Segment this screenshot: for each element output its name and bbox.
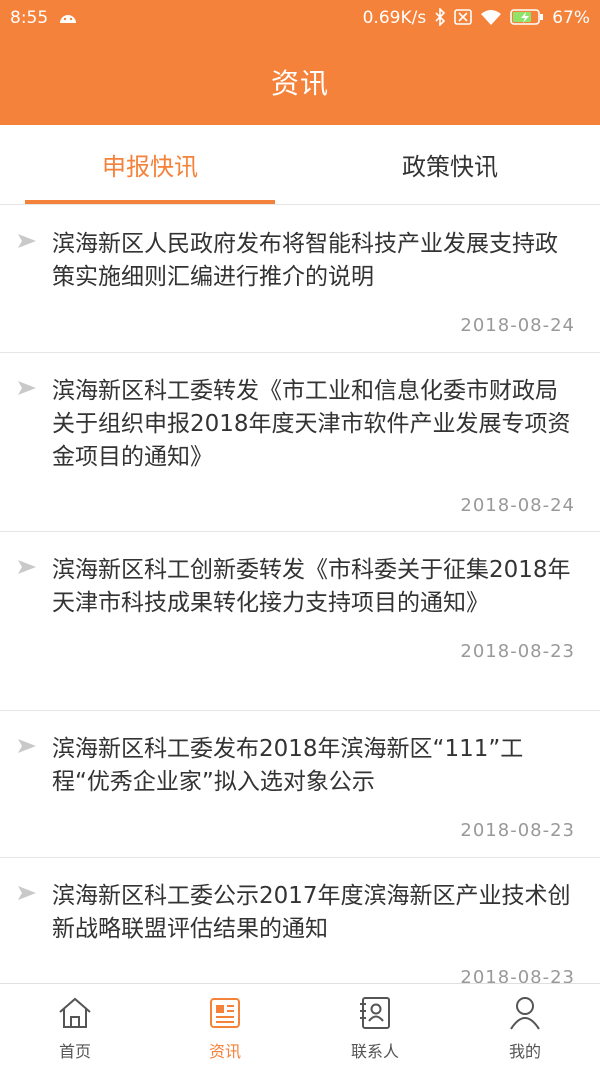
status-time: 8:55 <box>10 8 49 28</box>
nav-home-label: 首页 <box>58 1042 91 1061</box>
news-title: 滨海新区人民政府发布将智能科技产业发展支持政策实施细则汇编进行推介的说明 <box>52 231 558 290</box>
news-title: 滨海新区科工委公示2017年度滨海新区产业技术创新战略联盟评估结果的通知 <box>52 883 571 942</box>
nav-contacts[interactable]: 联系人 <box>300 984 450 1067</box>
news-date: 2018-08-24 <box>460 315 575 336</box>
android-icon <box>58 10 78 27</box>
list-item[interactable]: 滨海新区科工委公示2017年度滨海新区产业技术创新战略联盟评估结果的通知 201… <box>0 858 600 983</box>
tab-policy-news[interactable]: 政策快讯 <box>300 125 600 204</box>
news-date: 2018-08-23 <box>460 641 575 662</box>
battery-icon <box>510 8 544 28</box>
list-item[interactable]: 滨海新区人民政府发布将智能科技产业发展支持政策实施细则汇编进行推介的说明 201… <box>0 206 600 353</box>
nav-profile-label: 我的 <box>508 1042 541 1061</box>
arrow-icon <box>18 234 36 248</box>
arrow-icon <box>18 886 36 900</box>
profile-icon <box>510 997 540 1030</box>
status-bar: 8:55 0.69K/s 67% <box>0 0 600 36</box>
tab-bar: 申报快讯 政策快讯 <box>0 125 600 205</box>
nav-news[interactable]: 资讯 <box>150 984 300 1067</box>
home-icon <box>59 997 91 1028</box>
page-title: 资讯 <box>270 67 329 100</box>
news-title: 滨海新区科工委转发《市工业和信息化委市财政局关于组织申报2018年度天津市软件产… <box>52 378 571 470</box>
arrow-icon <box>18 560 36 574</box>
news-date: 2018-08-23 <box>460 820 575 841</box>
app-header: 8:55 0.69K/s 67% 资讯 <box>0 0 600 125</box>
news-date: 2018-08-23 <box>460 967 575 983</box>
news-list: 滨海新区人民政府发布将智能科技产业发展支持政策实施细则汇编进行推介的说明 201… <box>0 206 600 983</box>
news-date: 2018-08-24 <box>460 495 575 516</box>
bluetooth-icon <box>434 6 446 29</box>
battery-percent: 67% <box>552 8 590 28</box>
list-item[interactable]: 滨海新区科工委发布2018年滨海新区“111”工程“优秀企业家”拟入选对象公示 … <box>0 711 600 858</box>
arrow-icon <box>18 381 36 395</box>
nav-news-label: 资讯 <box>208 1042 241 1061</box>
list-item[interactable]: 滨海新区科工创新委转发《市科委关于征集2018年天津市科技成果转化接力支持项目的… <box>0 532 600 711</box>
news-title: 滨海新区科工创新委转发《市科委关于征集2018年天津市科技成果转化接力支持项目的… <box>52 557 571 616</box>
contacts-icon <box>360 997 390 1029</box>
news-icon <box>210 998 240 1028</box>
network-speed: 0.69K/s <box>362 8 427 28</box>
news-title: 滨海新区科工委发布2018年滨海新区“111”工程“优秀企业家”拟入选对象公示 <box>52 736 524 795</box>
nav-contacts-label: 联系人 <box>350 1042 399 1061</box>
arrow-icon <box>18 739 36 753</box>
sim-icon <box>454 8 473 28</box>
nav-home[interactable]: 首页 <box>0 984 150 1067</box>
wifi-icon <box>480 9 502 28</box>
nav-profile[interactable]: 我的 <box>450 984 600 1067</box>
bottom-nav: 首页 资讯 联系人 我的 <box>0 983 600 1067</box>
list-item[interactable]: 滨海新区科工委转发《市工业和信息化委市财政局关于组织申报2018年度天津市软件产… <box>0 353 600 532</box>
tab-declaration-news[interactable]: 申报快讯 <box>0 125 300 204</box>
